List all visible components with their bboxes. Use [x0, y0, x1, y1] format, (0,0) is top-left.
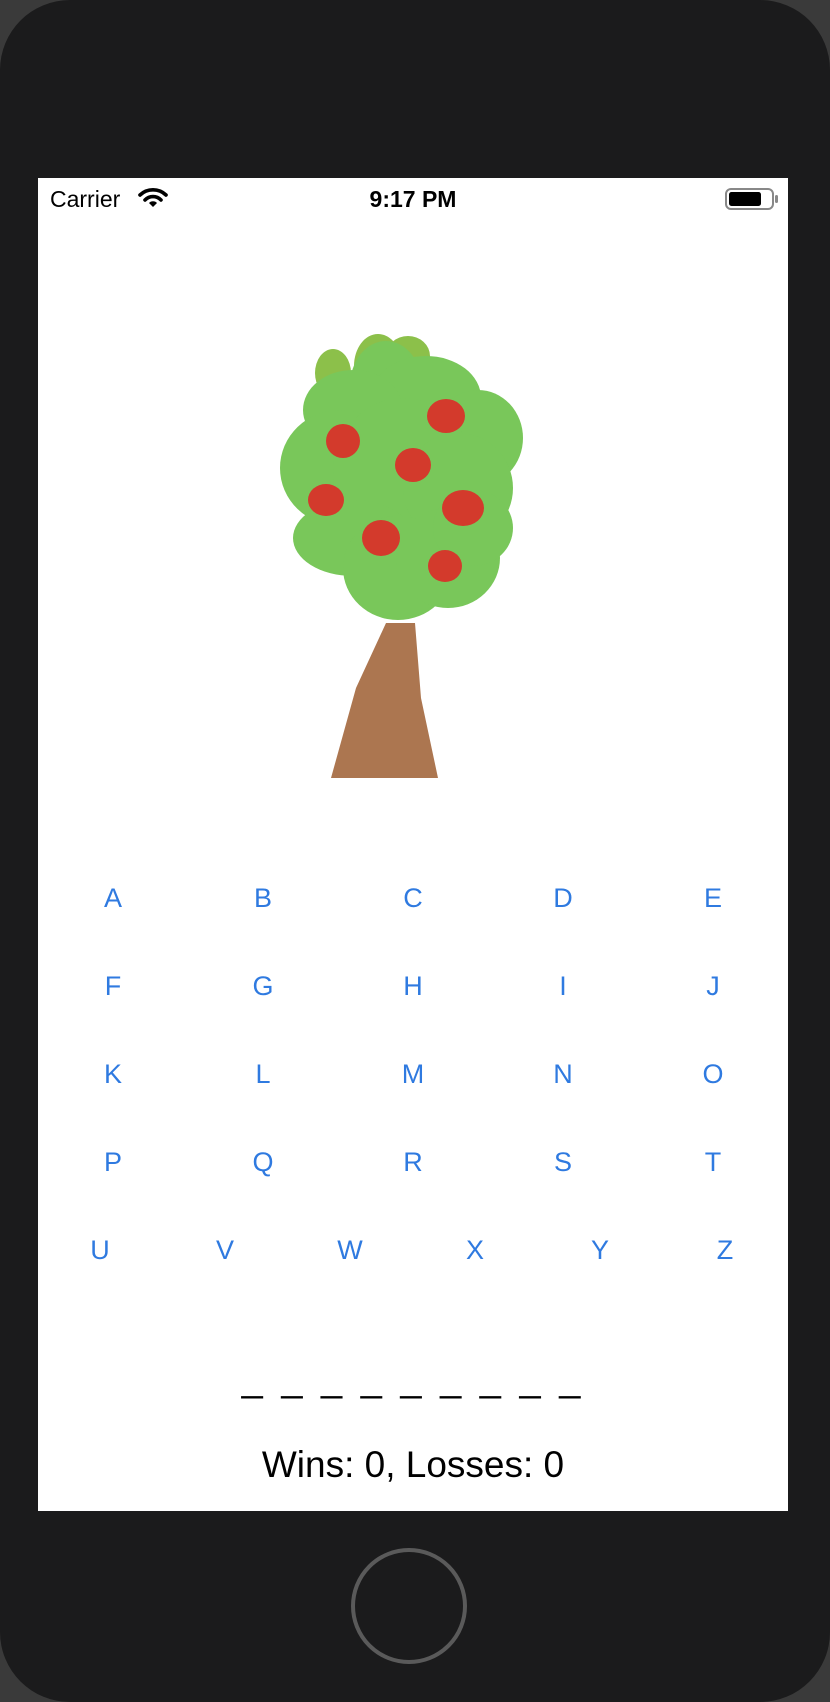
- letter-button-l[interactable]: L: [228, 1044, 298, 1104]
- letter-button-x[interactable]: X: [440, 1220, 510, 1280]
- letter-row: P Q R S T: [38, 1132, 788, 1192]
- letter-button-y[interactable]: Y: [565, 1220, 635, 1280]
- letter-button-a[interactable]: A: [78, 868, 148, 928]
- letter-button-t[interactable]: T: [678, 1132, 748, 1192]
- score-label: Wins: 0, Losses: 0: [261, 1444, 565, 1485]
- letter-button-k[interactable]: K: [78, 1044, 148, 1104]
- device-frame: Carrier 9:17 PM A B C D E F G H I J K L …: [0, 0, 830, 1702]
- letter-row: U V W X Y Z: [38, 1220, 788, 1280]
- tree-trunk: [331, 623, 438, 778]
- clock-label: 9:17 PM: [369, 186, 457, 212]
- apple: [428, 550, 462, 582]
- letter-button-h[interactable]: H: [378, 956, 448, 1016]
- letter-button-r[interactable]: R: [378, 1132, 448, 1192]
- apple: [395, 448, 431, 482]
- letter-button-j[interactable]: J: [678, 956, 748, 1016]
- letter-keyboard: A B C D E F G H I J K L M N O P Q R S T …: [38, 868, 788, 1288]
- word-display: _ _ _ _ _ _ _ _ _: [241, 1358, 585, 1400]
- letter-button-e[interactable]: E: [678, 868, 748, 928]
- apple: [326, 424, 360, 458]
- apple-tree-illustration: [280, 334, 523, 778]
- letter-row: K L M N O: [38, 1044, 788, 1104]
- letter-button-b[interactable]: B: [228, 868, 298, 928]
- letter-button-z[interactable]: Z: [690, 1220, 760, 1280]
- letter-button-m[interactable]: M: [378, 1044, 448, 1104]
- letter-row: F G H I J: [38, 956, 788, 1016]
- letter-button-d[interactable]: D: [528, 868, 598, 928]
- letter-button-o[interactable]: O: [678, 1044, 748, 1104]
- letter-button-q[interactable]: Q: [228, 1132, 298, 1192]
- battery-icon: [725, 188, 778, 210]
- letter-button-g[interactable]: G: [228, 956, 298, 1016]
- letter-row: A B C D E: [38, 868, 788, 928]
- apple: [442, 490, 484, 526]
- letter-button-w[interactable]: W: [315, 1220, 385, 1280]
- apple: [362, 520, 400, 556]
- app-screen: Carrier 9:17 PM A B C D E F G H I J K L …: [38, 178, 788, 1511]
- home-button[interactable]: [351, 1548, 467, 1664]
- letter-button-v[interactable]: V: [190, 1220, 260, 1280]
- letter-button-s[interactable]: S: [528, 1132, 598, 1192]
- apple: [308, 484, 344, 516]
- letter-button-i[interactable]: I: [528, 956, 598, 1016]
- status-bar: Carrier 9:17 PM: [38, 178, 788, 222]
- letter-button-n[interactable]: N: [528, 1044, 598, 1104]
- apple: [427, 399, 465, 433]
- letter-button-p[interactable]: P: [78, 1132, 148, 1192]
- letter-button-c[interactable]: C: [378, 868, 448, 928]
- letter-button-f[interactable]: F: [78, 956, 148, 1016]
- letter-button-u[interactable]: U: [65, 1220, 135, 1280]
